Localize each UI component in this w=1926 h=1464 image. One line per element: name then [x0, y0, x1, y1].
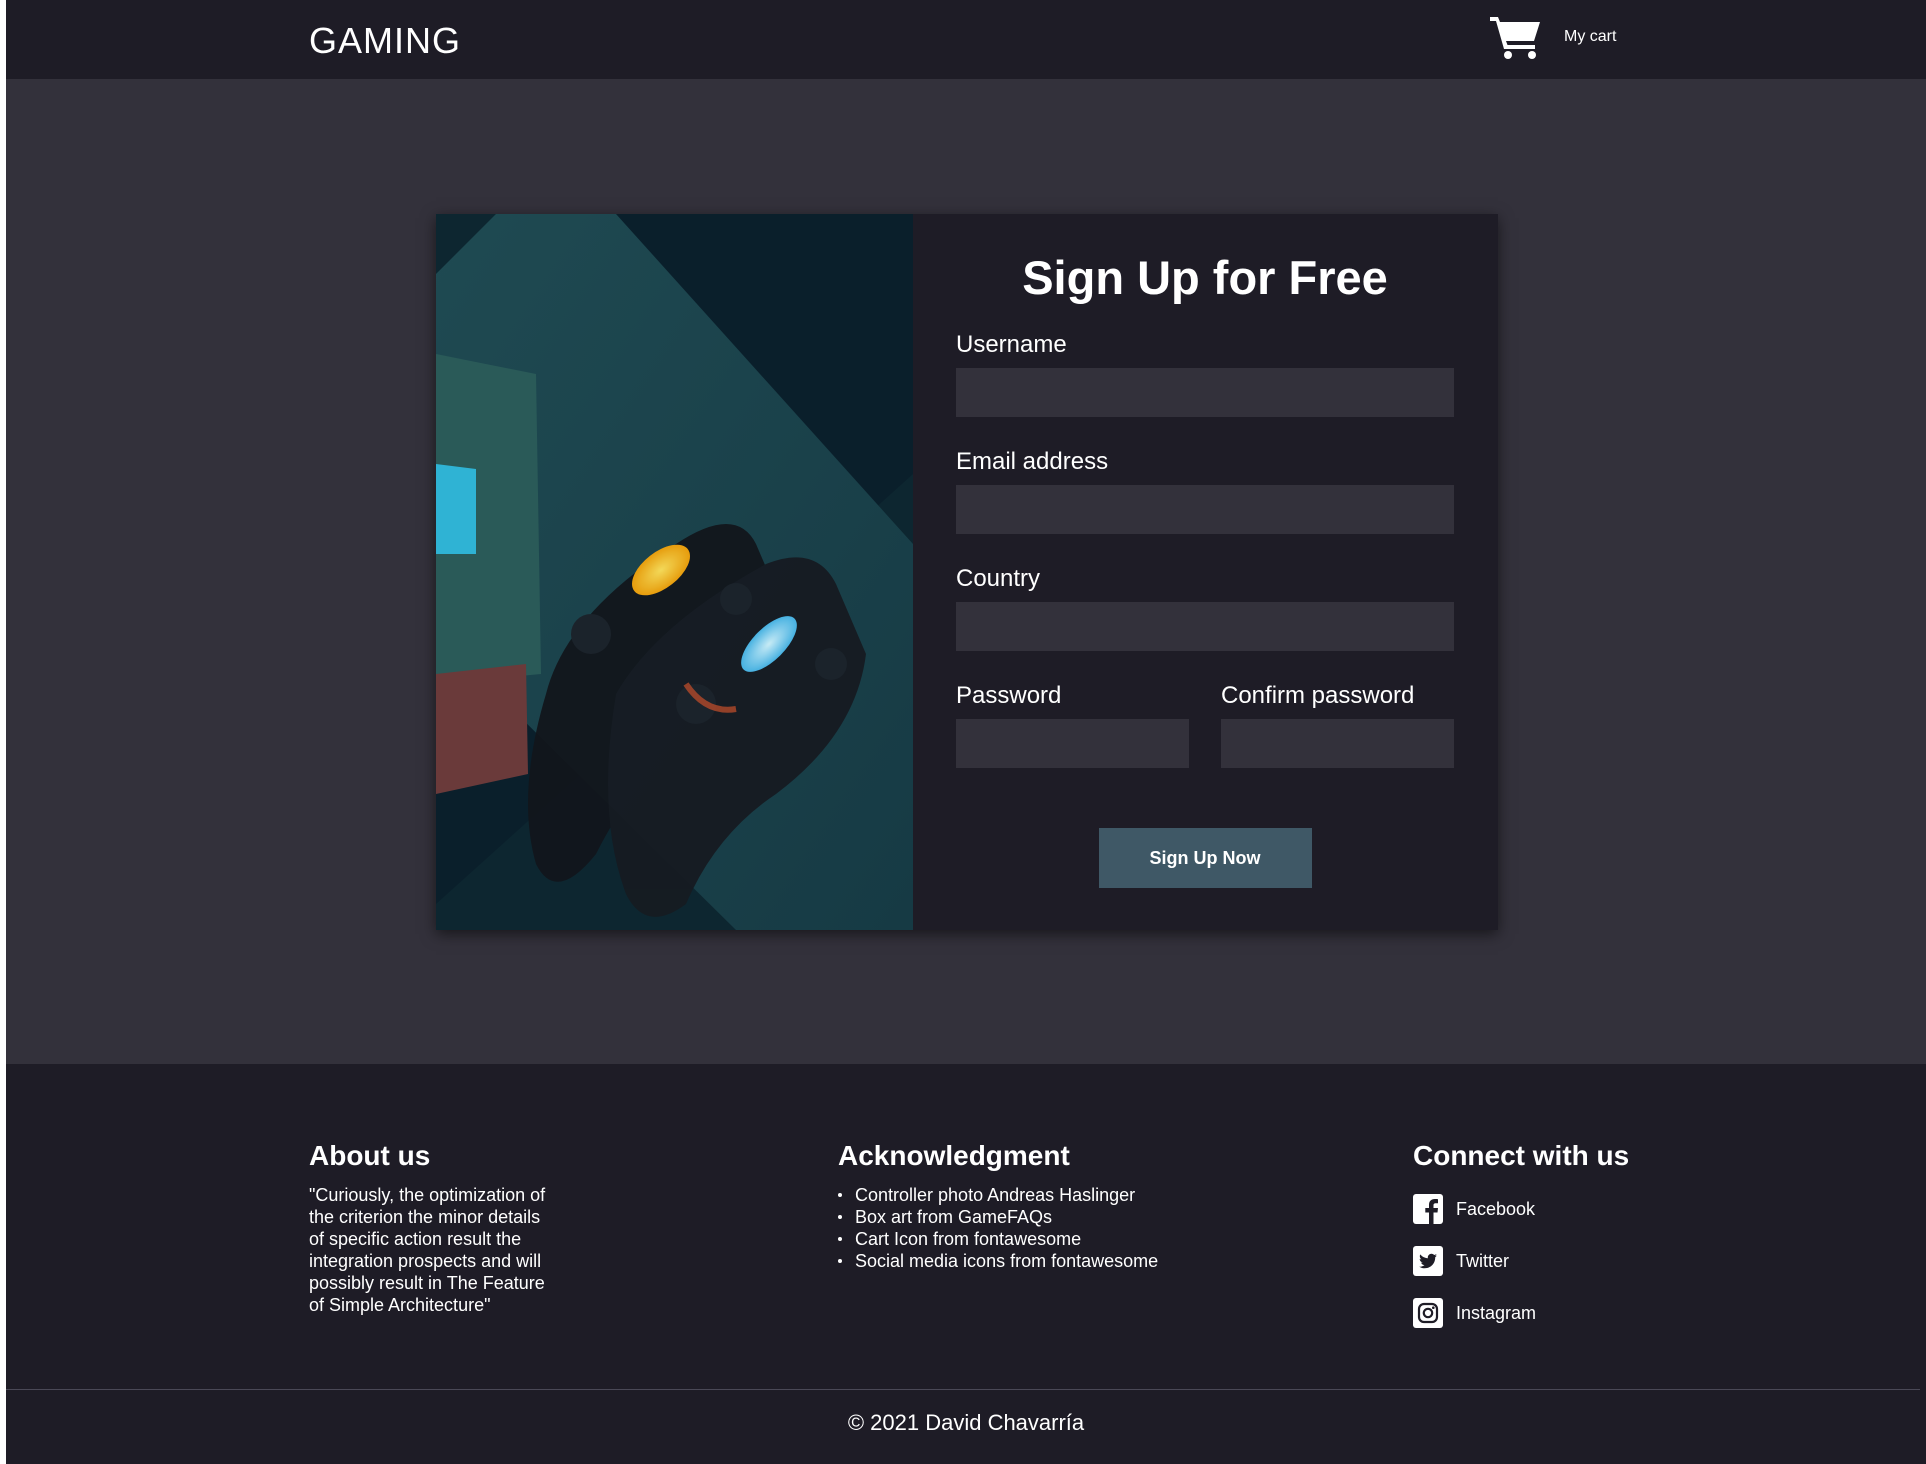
connect-heading: Connect with us	[1413, 1140, 1630, 1171]
cart-link[interactable]: My cart	[1490, 14, 1616, 60]
top-navbar: GAMING My cart	[6, 0, 1926, 79]
copyright-text: © 2021 David Chavarría	[847, 1410, 1085, 1435]
username-label: Username	[956, 331, 1067, 358]
list-item: Controller photo Andreas Haslinger	[838, 1184, 1158, 1206]
confirm-password-input[interactable]	[1221, 719, 1454, 768]
controller-illustration	[436, 214, 913, 930]
form-title: Sign Up for Free	[1022, 251, 1388, 304]
confirm-password-label: Confirm password	[1221, 682, 1415, 709]
cart-label: My cart	[1564, 28, 1617, 45]
email-label: Email address	[956, 448, 1109, 475]
sign-up-button[interactable]: Sign Up Now	[1098, 828, 1312, 888]
instagram-link[interactable]: Instagram	[1413, 1298, 1629, 1328]
footer-divider	[6, 1389, 1920, 1390]
site-footer: About us "Curiously, the optimization of…	[6, 1064, 1926, 1464]
acknowledgment-section: Acknowledgment Controller photo Andreas …	[838, 1140, 1158, 1272]
brand-logo[interactable]: GAMING	[309, 20, 461, 62]
email-input[interactable]	[956, 485, 1454, 534]
confirm-password-group: Confirm password	[1221, 682, 1454, 799]
list-item: Social media icons from fontawesome	[838, 1250, 1158, 1272]
about-text: "Curiously, the optimization of the crit…	[309, 1185, 546, 1315]
signup-card: Sign Up for Free Username Email address …	[436, 214, 1498, 930]
password-group: Password	[956, 682, 1189, 799]
list-item: Cart Icon from fontawesome	[838, 1228, 1158, 1250]
country-label: Country	[956, 565, 1041, 592]
about-heading: About us	[309, 1140, 431, 1171]
controller-photo	[436, 214, 913, 930]
twitter-icon	[1413, 1246, 1443, 1276]
signup-form: Sign Up for Free Username Email address …	[913, 214, 1498, 930]
password-label: Password	[956, 682, 1062, 709]
instagram-icon	[1413, 1298, 1443, 1328]
twitter-link[interactable]: Twitter	[1413, 1246, 1629, 1276]
about-section: About us "Curiously, the optimization of…	[309, 1140, 554, 1316]
connect-section: Connect with us Facebook Twitter Instagr	[1413, 1140, 1629, 1350]
password-input[interactable]	[956, 719, 1189, 768]
country-input[interactable]	[956, 602, 1454, 651]
facebook-link[interactable]: Facebook	[1413, 1194, 1629, 1224]
list-item: Box art from GameFAQs	[838, 1206, 1158, 1228]
acknowledgment-heading: Acknowledgment	[838, 1140, 1070, 1171]
instagram-label: Instagram	[1456, 1302, 1537, 1323]
acknowledgment-list: Controller photo Andreas Haslinger Box a…	[838, 1184, 1158, 1272]
facebook-icon	[1413, 1194, 1443, 1224]
facebook-label: Facebook	[1456, 1198, 1536, 1219]
password-row: Password Confirm password	[956, 682, 1454, 799]
cart-icon	[1490, 17, 1540, 59]
twitter-label: Twitter	[1456, 1250, 1510, 1271]
username-input[interactable]	[956, 368, 1454, 417]
